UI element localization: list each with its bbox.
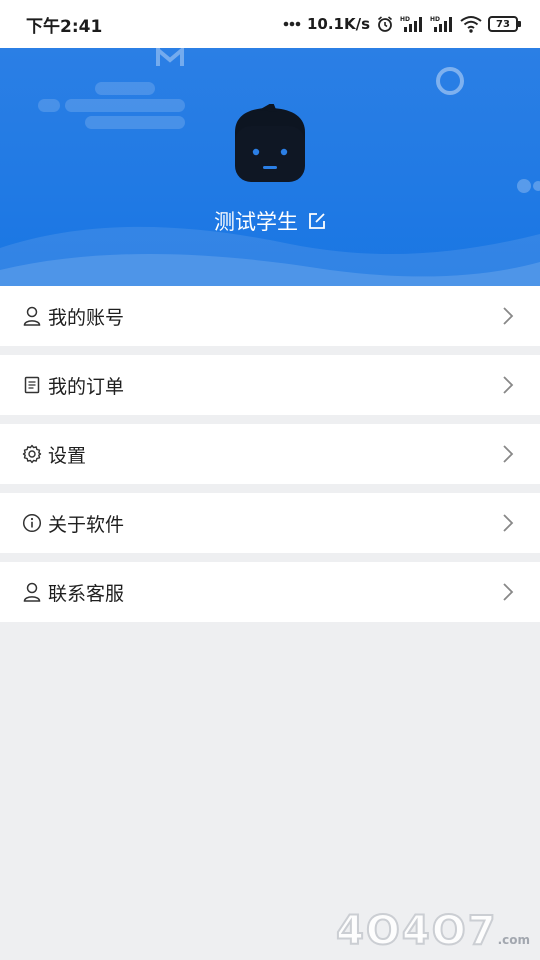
watermark-suffix: .com xyxy=(497,933,530,947)
hd-signal-icon: HD xyxy=(400,15,424,33)
chevron-right-icon xyxy=(502,375,514,395)
battery-icon: 73 xyxy=(488,16,521,32)
menu-list: 我的账号 我的订单 设置 关于软件 联系客服 xyxy=(0,286,540,622)
alarm-icon xyxy=(376,15,394,33)
dots-icon xyxy=(283,21,301,27)
status-bar: 下午2:41 10.1K/s HD HD 73 xyxy=(0,0,540,48)
status-time: 下午2:41 xyxy=(26,16,103,37)
document-icon xyxy=(22,375,42,395)
gear-icon xyxy=(22,444,42,464)
menu-item-label: 我的账号 xyxy=(48,306,125,329)
menu-item-label: 联系客服 xyxy=(48,582,125,605)
profile-header: 测试学生 xyxy=(0,48,540,286)
battery-level: 73 xyxy=(496,18,510,30)
menu-item-settings[interactable]: 设置 xyxy=(0,424,540,484)
menu-item-contact-support[interactable]: 联系客服 xyxy=(0,562,540,622)
network-speed: 10.1K/s xyxy=(306,15,370,33)
person-icon xyxy=(22,582,42,602)
username-row: 测试学生 xyxy=(0,206,540,236)
menu-item-label: 关于软件 xyxy=(48,513,125,536)
avatar[interactable] xyxy=(229,102,311,186)
menu-item-orders[interactable]: 我的订单 xyxy=(0,355,540,415)
chevron-right-icon xyxy=(502,306,514,326)
info-icon xyxy=(22,513,42,533)
watermark-text: 4O4O7 xyxy=(335,907,498,955)
wifi-icon xyxy=(460,15,482,33)
username: 测试学生 xyxy=(214,210,298,234)
chevron-right-icon xyxy=(502,582,514,602)
menu-item-account[interactable]: 我的账号 xyxy=(0,286,540,346)
person-icon xyxy=(22,306,42,326)
chevron-right-icon xyxy=(502,444,514,464)
svg-text:HD: HD xyxy=(400,16,410,23)
svg-text:HD: HD xyxy=(430,16,440,23)
hd-signal-icon: HD xyxy=(430,15,454,33)
menu-item-label: 设置 xyxy=(48,444,87,467)
menu-item-label: 我的订单 xyxy=(48,375,125,398)
status-icons: 10.1K/s HD HD 73 xyxy=(283,15,521,33)
menu-item-about[interactable]: 关于软件 xyxy=(0,493,540,553)
edit-icon[interactable] xyxy=(308,212,326,230)
watermark: 4O4O7.com xyxy=(335,907,530,955)
chevron-right-icon xyxy=(502,513,514,533)
